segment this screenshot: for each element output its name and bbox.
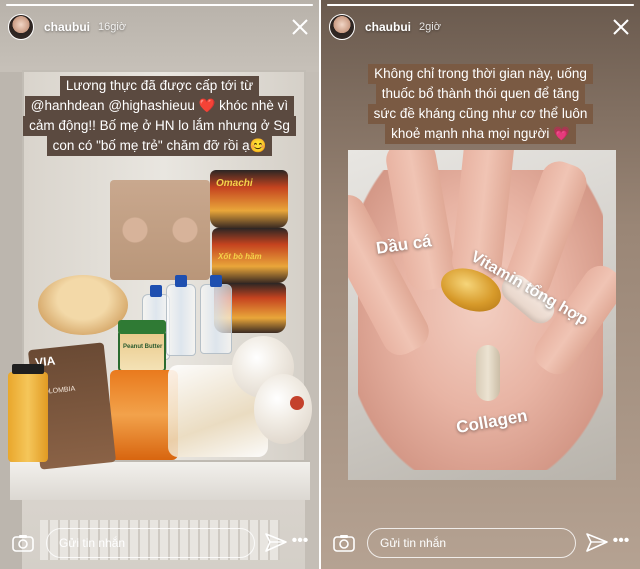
collagen-capsule — [476, 345, 500, 401]
camera-icon — [333, 535, 355, 552]
water-bottle — [166, 275, 196, 356]
send-icon[interactable] — [263, 530, 289, 556]
peanut-butter-jar: Peanut Butter — [118, 320, 166, 372]
close-icon[interactable] — [289, 16, 311, 38]
username[interactable]: chaubui — [44, 20, 90, 34]
story-progress-bar — [6, 4, 313, 6]
story-footer: Gửi tin nhắn ••• — [0, 525, 319, 561]
message-input[interactable]: Gửi tin nhắn — [367, 528, 576, 558]
caption-line: cảm động!! Bố mẹ ở HN lo lắm nhưng ở Sg — [23, 116, 296, 136]
peanut-butter-label: Peanut Butter — [123, 344, 163, 350]
juice-bottle — [8, 364, 48, 462]
message-input[interactable]: Gửi tin nhắn — [46, 528, 255, 558]
water-bottle — [200, 275, 232, 354]
cup-noodle: Xốt bò hầm — [212, 228, 288, 283]
avatar[interactable] — [8, 14, 34, 40]
story-progress-bar — [327, 4, 634, 6]
send-icon[interactable] — [584, 530, 610, 556]
more-icon[interactable]: ••• — [289, 530, 311, 556]
story-caption: Lương thực đã được cấp tới từ @hanhdean … — [0, 76, 319, 156]
caption-line: con có "bố mẹ trẻ" chăm đỡ rồi ạ😊 — [46, 136, 273, 156]
story-header: chaubui 2giờ — [329, 12, 632, 42]
story-left[interactable]: Omachi Xốt bò hầm Peanut Butter VIA COLO… — [0, 0, 319, 569]
caption-line: @hanhdean @highashieuu ❤️ khóc nhè vì — [24, 96, 295, 116]
post-time: 16giờ — [98, 21, 127, 33]
camera-icon — [12, 535, 34, 552]
noodle-flavor-label: Xốt bò hầm — [218, 252, 262, 261]
caption-line: thuốc bổ thành thói quen để tăng — [375, 84, 586, 104]
story-header: chaubui 16giờ — [8, 12, 311, 42]
caption-line: Lương thực đã được cấp tới từ — [59, 76, 260, 96]
story-right[interactable]: Dầu cá Vitamin tổng hợp Collagen chaubui… — [321, 0, 640, 569]
story-progress-fill — [327, 4, 634, 6]
egg-tray — [110, 180, 210, 280]
noodle-brand-label: Omachi — [216, 178, 253, 189]
cake — [38, 275, 128, 335]
caption-line: sức đề kháng cũng như cơ thể luôn — [367, 104, 594, 124]
username[interactable]: chaubui — [365, 20, 411, 34]
caption-line: khoẻ mạnh nha mọi người 💗 — [385, 124, 576, 144]
avatar[interactable] — [329, 14, 355, 40]
camera-button[interactable] — [329, 528, 359, 558]
post-time: 2giờ — [419, 21, 441, 33]
close-icon[interactable] — [610, 16, 632, 38]
caption-line: Không chỉ trong thời gian này, uống — [368, 64, 593, 84]
story-caption: Không chỉ trong thời gian này, uống thuố… — [321, 64, 640, 144]
cup-noodle: Omachi — [210, 170, 288, 228]
story-footer: Gửi tin nhắn ••• — [321, 525, 640, 561]
story-photo: Dầu cá Vitamin tổng hợp Collagen — [348, 150, 616, 480]
more-icon[interactable]: ••• — [610, 530, 632, 556]
camera-button[interactable] — [8, 528, 38, 558]
coconut — [254, 374, 312, 444]
story-progress-fill — [6, 4, 313, 6]
